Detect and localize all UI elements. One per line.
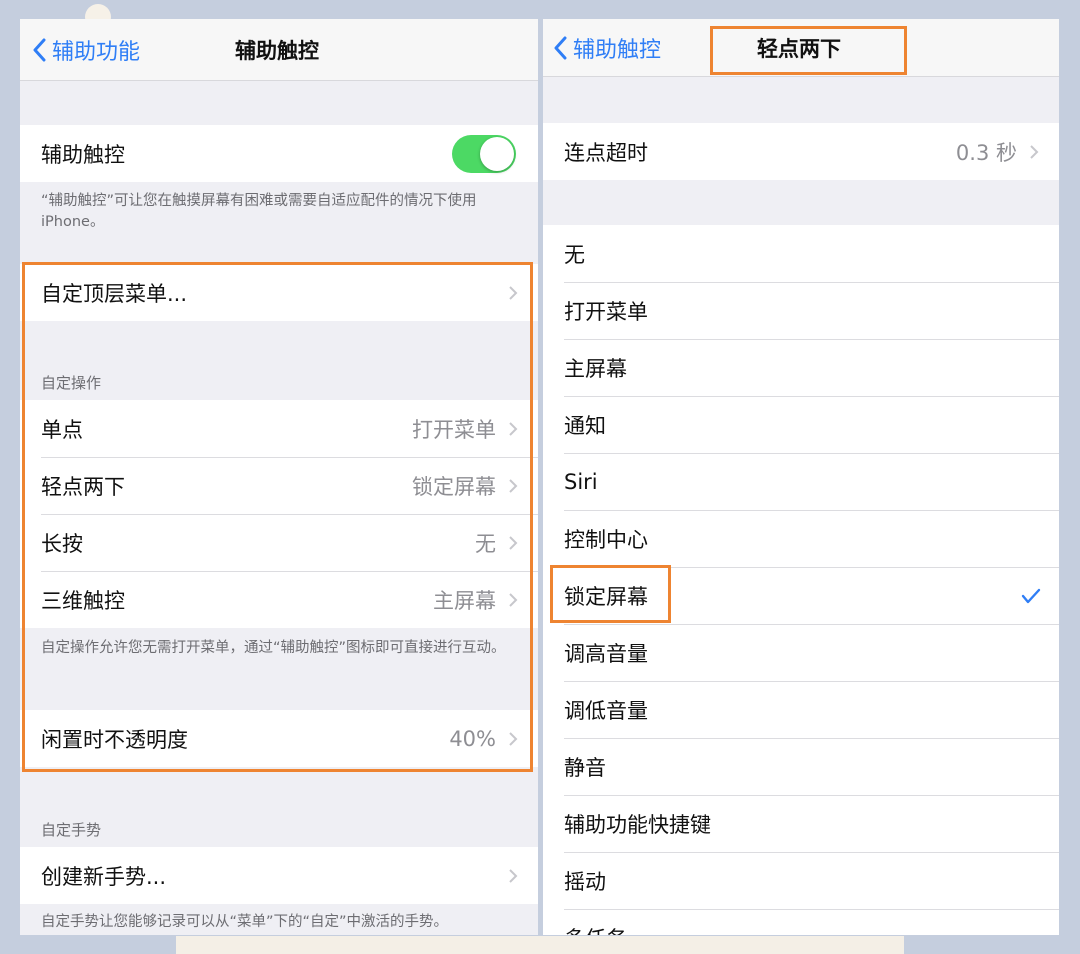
chevron-left-icon xyxy=(33,38,46,61)
custom-gestures-footnote: 自定手势让您能够记录可以从“菜单”下的“自定”中激活的手势。 xyxy=(41,914,449,930)
option-volume-down[interactable]: 调低音量 xyxy=(543,681,1059,738)
chevron-right-icon xyxy=(1030,144,1039,159)
chevron-right-icon xyxy=(509,535,518,550)
option-lock-screen[interactable]: 锁定屏幕 xyxy=(543,567,1059,624)
chevron-right-icon xyxy=(509,868,518,883)
option-volume-up[interactable]: 调高音量 xyxy=(543,624,1059,681)
option-label: 静音 xyxy=(564,755,606,780)
row-value: 锁定屏幕 xyxy=(412,474,496,499)
chevron-right-icon xyxy=(509,592,518,607)
double-tap-timeout-row[interactable]: 连点超时 0.3 秒 xyxy=(543,123,1059,180)
row-value: 打开菜单 xyxy=(412,417,496,442)
option-label: Siri xyxy=(564,469,598,494)
option-mute[interactable]: 静音 xyxy=(543,738,1059,795)
back-button[interactable]: 辅助功能 xyxy=(32,19,140,80)
back-label: 辅助触控 xyxy=(573,37,662,63)
custom-actions-footnote: 自定操作允许您无需打开菜单，通过“辅助触控”图标即可直接进行互动。 xyxy=(41,640,506,656)
option-accessibility-shortcut[interactable]: 辅助功能快捷键 xyxy=(543,795,1059,852)
idle-opacity-row[interactable]: 闲置时不透明度 40% xyxy=(20,710,538,767)
row-value: 无 xyxy=(475,531,496,556)
option-shake[interactable]: 摇动 xyxy=(543,852,1059,909)
double-tap-action-panel: 辅助触控 轻点两下 连点超时 0.3 秒 无 打开菜单 主屏幕 通知 Siri … xyxy=(543,19,1059,935)
custom-gestures-header: 自定手势 xyxy=(41,821,102,839)
double-tap-row[interactable]: 轻点两下 锁定屏幕 xyxy=(20,457,538,514)
assistive-touch-toggle[interactable] xyxy=(452,134,516,173)
row-label: 创建新手势... xyxy=(41,864,167,889)
page-title: 轻点两下 xyxy=(757,36,841,61)
idle-opacity-group: 闲置时不透明度 40% xyxy=(20,710,538,767)
customize-menu-label: 自定顶层菜单... xyxy=(41,281,188,306)
option-label: 打开菜单 xyxy=(564,299,648,324)
row-label: 长按 xyxy=(41,531,83,556)
long-press-row[interactable]: 长按 无 xyxy=(20,514,538,571)
toggle-knob xyxy=(480,136,514,171)
option-label: 调高音量 xyxy=(564,641,648,666)
assistive-touch-row: 辅助触控 xyxy=(20,125,538,182)
nav-bar: 辅助功能 辅助触控 xyxy=(20,19,538,81)
option-label: 摇动 xyxy=(564,869,606,894)
option-label: 控制中心 xyxy=(564,527,648,552)
option-home-screen[interactable]: 主屏幕 xyxy=(543,339,1059,396)
chevron-left-icon xyxy=(554,36,567,59)
chevron-right-icon xyxy=(509,421,518,436)
row-value: 主屏幕 xyxy=(433,588,496,613)
row-value: 0.3 秒 xyxy=(955,140,1017,165)
option-siri[interactable]: Siri xyxy=(543,453,1059,510)
row-label: 闲置时不透明度 xyxy=(41,727,188,752)
custom-gestures-group: 创建新手势... xyxy=(20,847,538,904)
timeout-group: 连点超时 0.3 秒 xyxy=(543,123,1059,180)
create-gesture-row[interactable]: 创建新手势... xyxy=(20,847,538,904)
option-none[interactable]: 无 xyxy=(543,225,1059,282)
row-label: 单点 xyxy=(41,417,83,442)
option-label: 调低音量 xyxy=(564,698,648,723)
row-label: 连点超时 xyxy=(564,140,648,165)
custom-actions-group: 单点 打开菜单 轻点两下 锁定屏幕 长按 无 三维触控 主屏幕 xyxy=(20,400,538,628)
chevron-right-icon xyxy=(509,731,518,746)
option-open-menu[interactable]: 打开菜单 xyxy=(543,282,1059,339)
back-label: 辅助功能 xyxy=(52,39,141,65)
row-value: 40% xyxy=(449,726,496,751)
checkmark-icon xyxy=(1021,588,1041,603)
row-label: 轻点两下 xyxy=(41,474,125,499)
action-options-list: 无 打开菜单 主屏幕 通知 Siri 控制中心 锁定屏幕 调高音量 调低音量 静… xyxy=(543,225,1059,935)
option-notifications[interactable]: 通知 xyxy=(543,396,1059,453)
customize-top-menu-row[interactable]: 自定顶层菜单... xyxy=(20,264,538,321)
page-title: 辅助触控 xyxy=(235,38,319,63)
chevron-right-icon xyxy=(509,285,518,300)
option-label: 通知 xyxy=(564,413,606,438)
option-label: 主屏幕 xyxy=(564,356,627,381)
option-label: 辅助功能快捷键 xyxy=(564,812,711,837)
back-button[interactable]: 辅助触控 xyxy=(553,19,661,76)
3d-touch-row[interactable]: 三维触控 主屏幕 xyxy=(20,571,538,628)
custom-actions-header: 自定操作 xyxy=(41,374,102,392)
row-label: 三维触控 xyxy=(41,588,125,613)
option-label: 无 xyxy=(564,242,585,267)
assistive-touch-group: 辅助触控 xyxy=(20,125,538,182)
assistive-touch-label: 辅助触控 xyxy=(41,142,125,167)
single-tap-row[interactable]: 单点 打开菜单 xyxy=(20,400,538,457)
assistive-touch-footnote: “辅助触控”可让您在触摸屏幕有困难或需要自适应配件的情况下使用 iPhone。 xyxy=(41,193,477,230)
decorative-bottom-bar xyxy=(176,936,904,954)
nav-bar: 辅助触控 轻点两下 xyxy=(543,19,1059,77)
option-label: 多任务 xyxy=(564,923,627,936)
option-control-center[interactable]: 控制中心 xyxy=(543,510,1059,567)
customize-menu-group: 自定顶层菜单... xyxy=(20,264,538,321)
option-multitasking[interactable]: 多任务 xyxy=(543,909,1059,935)
option-label: 锁定屏幕 xyxy=(564,584,648,609)
chevron-right-icon xyxy=(509,478,518,493)
assistive-touch-settings-panel: 辅助功能 辅助触控 辅助触控 “辅助触控”可让您在触摸屏幕有困难或需要自适应配件… xyxy=(20,19,538,935)
